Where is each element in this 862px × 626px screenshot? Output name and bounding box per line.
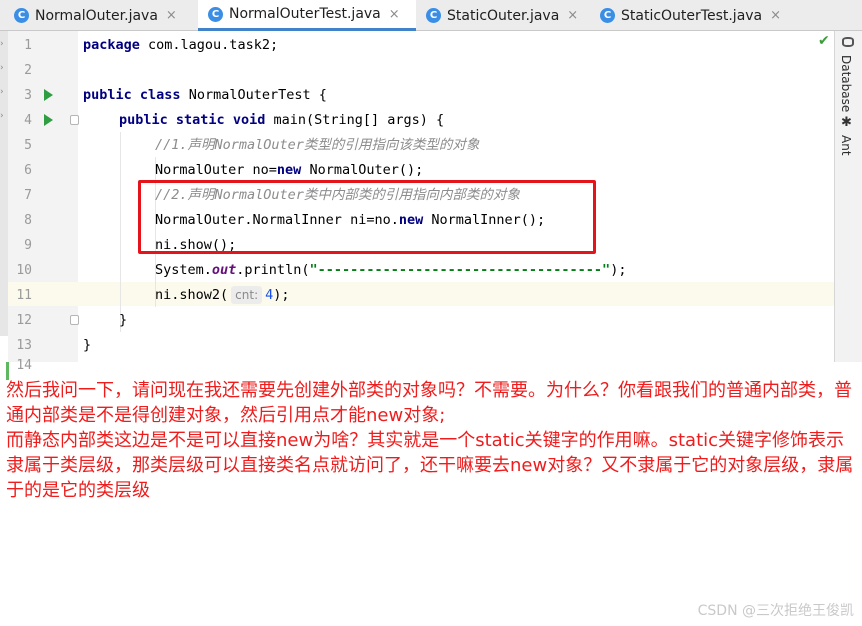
- highlight-annotation-box: [138, 180, 596, 254]
- code-line-3: public class NormalOuterTest {: [83, 87, 327, 103]
- class-icon: C: [14, 8, 29, 23]
- line-number: 1: [24, 38, 32, 53]
- line-number: 4: [24, 113, 32, 128]
- code-line-13: }: [83, 337, 92, 353]
- line-number: 12: [16, 313, 32, 328]
- line-number: 10: [16, 263, 32, 278]
- run-class-icon[interactable]: [44, 89, 53, 101]
- line-number: 2: [24, 63, 32, 78]
- chevron-icon[interactable]: ›: [0, 63, 4, 73]
- database-icon[interactable]: [842, 37, 854, 47]
- line-number: 6: [24, 163, 32, 178]
- line-number: 9: [24, 238, 32, 253]
- right-tool-panel: Database ✱ Ant: [834, 31, 862, 362]
- close-icon[interactable]: ×: [389, 7, 400, 22]
- tab-label: StaticOuterTest.java: [621, 7, 763, 24]
- ant-tool-label[interactable]: Ant: [839, 135, 853, 156]
- inspection-ok-icon[interactable]: ✔: [818, 33, 830, 49]
- annotation-paragraph: 然后我问一下，请问现在我还需要先创建外部类的对象吗？不需要。为什么？你看跟我们的…: [6, 380, 852, 426]
- left-tool-strip: › › › ›: [0, 31, 8, 336]
- tab-staticoutertest[interactable]: C StaticOuterTest.java ×: [600, 0, 790, 31]
- annotation-paragraph: 而静态内部类这边是不是可以直接new为啥？其实就是一个static关键字的作用嘛…: [6, 430, 854, 501]
- code-line-12: }: [119, 312, 128, 328]
- line-number: 8: [24, 213, 32, 228]
- close-icon[interactable]: ×: [567, 8, 578, 23]
- class-icon: C: [208, 6, 223, 22]
- chevron-icon[interactable]: ›: [0, 111, 4, 121]
- code-line-5-comment: //1.声明NormalOuter类型的引用指向该类型的对象: [155, 137, 480, 153]
- code-line-4: public static void main(String[] args) {: [119, 112, 445, 128]
- fold-marker-icon[interactable]: [70, 115, 79, 125]
- class-icon: C: [600, 8, 615, 23]
- close-icon[interactable]: ×: [770, 8, 781, 23]
- tab-label: StaticOuter.java: [447, 7, 560, 24]
- tab-normaloutertest[interactable]: C NormalOuterTest.java ×: [198, 0, 416, 31]
- editor-tab-bar: C NormalOuter.java × C NormalOuterTest.j…: [0, 0, 862, 31]
- code-line-10: System.out.println("--------------------…: [155, 262, 627, 278]
- line-number: 13: [16, 338, 32, 353]
- line-number: 7: [24, 188, 32, 203]
- indent-guide: [120, 132, 121, 332]
- run-main-icon[interactable]: [44, 114, 53, 126]
- class-icon: C: [426, 8, 441, 23]
- tab-label: NormalOuter.java: [35, 7, 158, 24]
- ant-icon[interactable]: ✱: [841, 115, 852, 130]
- watermark: CSDN @三次拒绝王俊凯: [697, 603, 854, 619]
- line-number: 5: [24, 138, 32, 153]
- database-tool-label[interactable]: Database: [839, 55, 853, 112]
- line-number: 14: [16, 358, 32, 373]
- line-number: 11: [16, 288, 32, 303]
- code-line-11: ni.show2(cnt: 4);: [155, 286, 290, 304]
- tab-staticouter[interactable]: C StaticOuter.java ×: [426, 0, 596, 31]
- code-line-1: package com.lagou.task2;: [83, 37, 279, 53]
- tab-label: NormalOuterTest.java: [229, 6, 381, 22]
- close-icon[interactable]: ×: [166, 8, 177, 23]
- chevron-icon[interactable]: ›: [0, 87, 4, 97]
- line-number: 3: [24, 88, 32, 103]
- chevron-icon[interactable]: ›: [0, 39, 4, 49]
- parameter-hint: cnt:: [231, 286, 263, 304]
- annotation-text: 然后我问一下，请问现在我还需要先创建外部类的对象吗？不需要。为什么？你看跟我们的…: [6, 378, 858, 503]
- tab-normalouter[interactable]: C NormalOuter.java ×: [14, 0, 194, 31]
- fold-marker-icon[interactable]: [70, 315, 79, 325]
